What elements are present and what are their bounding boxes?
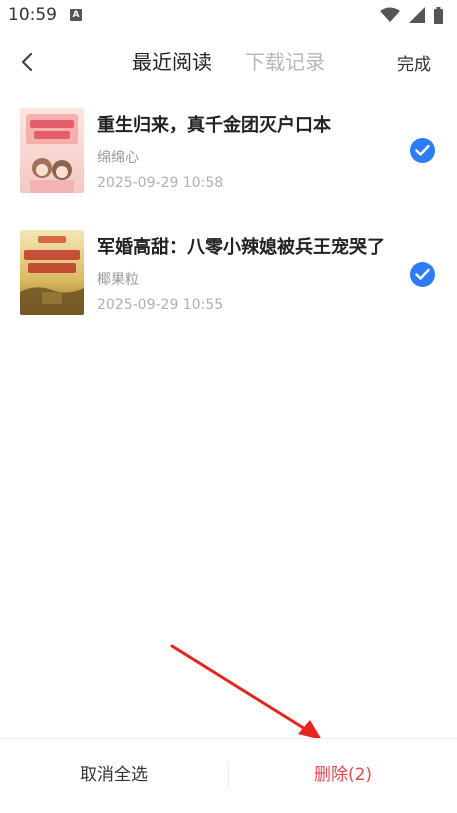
book-cover — [20, 230, 84, 315]
book-list: 重生归来，真千金团灭户口本 绵绵心 2025-09-29 10:58 军婚高甜：… — [0, 98, 457, 342]
selected-check-icon[interactable] — [410, 262, 435, 287]
battery-icon — [434, 7, 443, 24]
top-nav: 最近阅读 下载记录 完成 — [0, 40, 457, 84]
status-bar: 10:59 A — [0, 0, 457, 32]
cancel-select-all-button[interactable]: 取消全选 — [0, 739, 228, 813]
selected-check-icon[interactable] — [410, 138, 435, 163]
notification-a-icon: A — [70, 9, 82, 21]
signal-icon — [408, 7, 425, 23]
tab-download-history[interactable]: 下载记录 — [245, 49, 325, 75]
status-time: 10:59 — [8, 5, 57, 25]
list-item[interactable]: 重生归来，真千金团灭户口本 绵绵心 2025-09-29 10:58 — [0, 98, 457, 220]
book-cover — [20, 108, 84, 193]
done-button[interactable]: 完成 — [397, 50, 431, 75]
wifi-icon — [379, 7, 400, 22]
bottom-action-bar: 取消全选 删除(2) — [0, 738, 457, 813]
chevron-left-icon — [21, 52, 33, 72]
status-icons — [376, 7, 443, 25]
delete-button[interactable]: 删除(2) — [229, 739, 457, 813]
book-author: 椰果粒 — [97, 272, 139, 288]
tab-recent-reading[interactable]: 最近阅读 — [132, 49, 212, 75]
annotation-arrow-icon — [170, 644, 322, 740]
book-title: 重生归来，真千金团灭户口本 — [97, 115, 331, 136]
back-button[interactable] — [14, 48, 42, 76]
book-title: 军婚高甜：八零小辣媳被兵王宠哭了 — [97, 237, 385, 258]
book-date: 2025-09-29 10:55 — [97, 297, 224, 313]
list-item[interactable]: 军婚高甜：八零小辣媳被兵王宠哭了 椰果粒 2025-09-29 10:55 — [0, 220, 457, 342]
book-author: 绵绵心 — [97, 150, 139, 166]
book-date: 2025-09-29 10:58 — [97, 175, 224, 191]
